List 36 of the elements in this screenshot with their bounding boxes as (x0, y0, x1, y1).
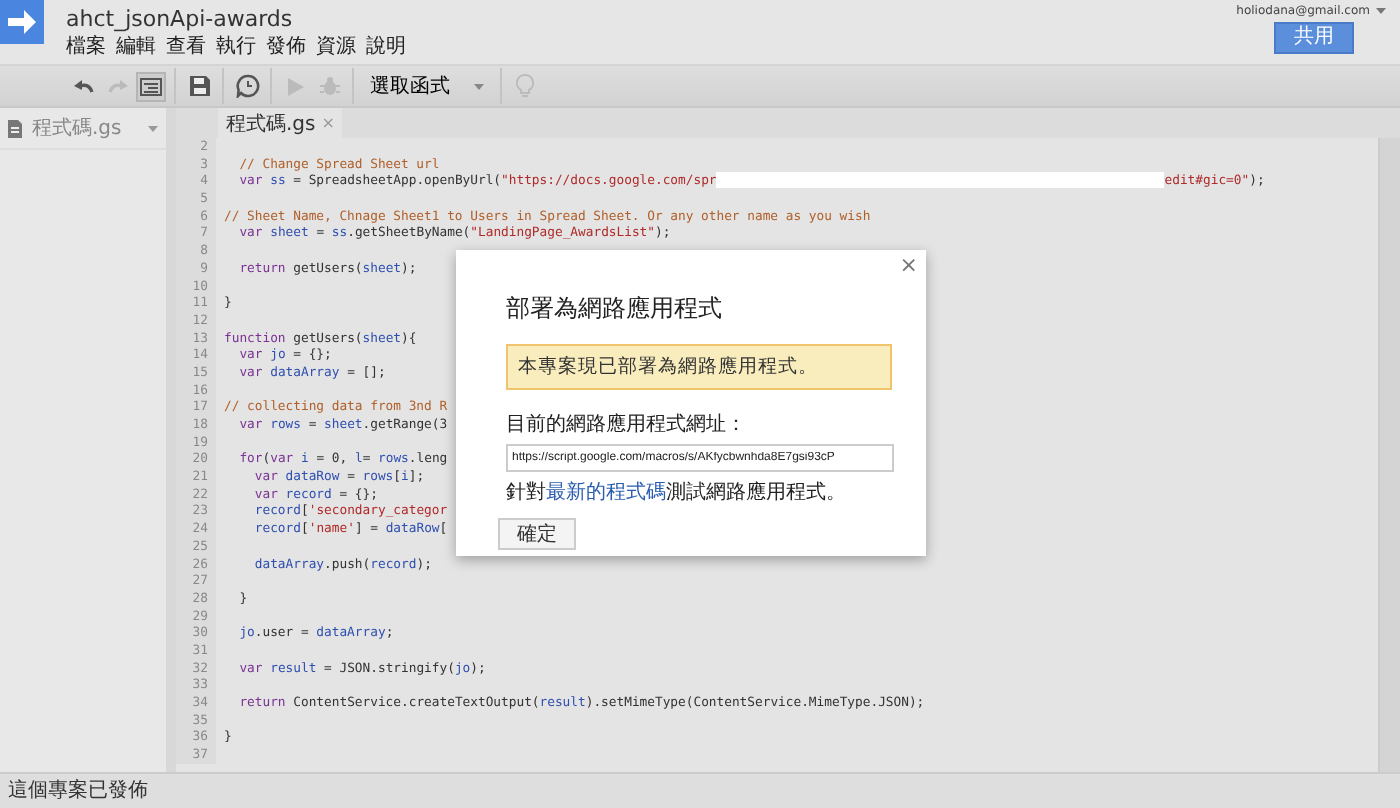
menu-item[interactable]: 發佈 (266, 34, 306, 60)
menu-item[interactable]: 資源 (316, 34, 356, 60)
save-icon (189, 76, 209, 96)
lightbulb-icon (516, 74, 534, 98)
project-title[interactable]: ahct_jsonApi-awards (66, 6, 406, 32)
app-logo[interactable] (0, 0, 44, 44)
lines-icon (140, 77, 162, 95)
caret-icon[interactable] (1376, 8, 1386, 14)
menu-item[interactable]: 說明 (366, 34, 406, 60)
function-select[interactable]: 選取函式 (362, 70, 492, 102)
file-icon (8, 119, 22, 137)
ok-button[interactable]: 確定 (498, 518, 576, 550)
menu-item[interactable]: 檔案 (66, 34, 106, 60)
hint-text: 針對最新的程式碼測試網路應用程式。 (506, 479, 848, 506)
dialog-title: 部署為網路應用程式 (506, 292, 724, 326)
indent-button[interactable] (136, 71, 166, 101)
status-text: 這個專案已發佈 (0, 772, 1400, 808)
arrow-icon (8, 10, 36, 34)
notice-message: 本專案現已部署為網路應用程式。 (506, 344, 892, 390)
save-button[interactable] (184, 71, 214, 101)
file-tab[interactable]: 程式碼.gs × (218, 108, 343, 138)
menu-item[interactable]: 執行 (216, 34, 256, 60)
bug-icon (319, 76, 339, 96)
menu-item[interactable]: 查看 (166, 34, 206, 60)
scrollbar[interactable] (1378, 138, 1400, 772)
caret-icon[interactable] (148, 125, 158, 131)
menu-item[interactable]: 編輯 (116, 34, 156, 60)
undo-icon (73, 79, 93, 93)
url-label: 目前的網路應用程式網址： (506, 411, 748, 438)
latest-code-link[interactable]: 最新的程式碼 (546, 482, 666, 504)
history-button[interactable] (232, 71, 262, 101)
clock-bubble-icon (235, 74, 259, 98)
play-icon (287, 77, 303, 95)
close-icon[interactable]: × (899, 254, 918, 278)
redo-icon (107, 79, 127, 93)
caret-icon (474, 83, 484, 89)
